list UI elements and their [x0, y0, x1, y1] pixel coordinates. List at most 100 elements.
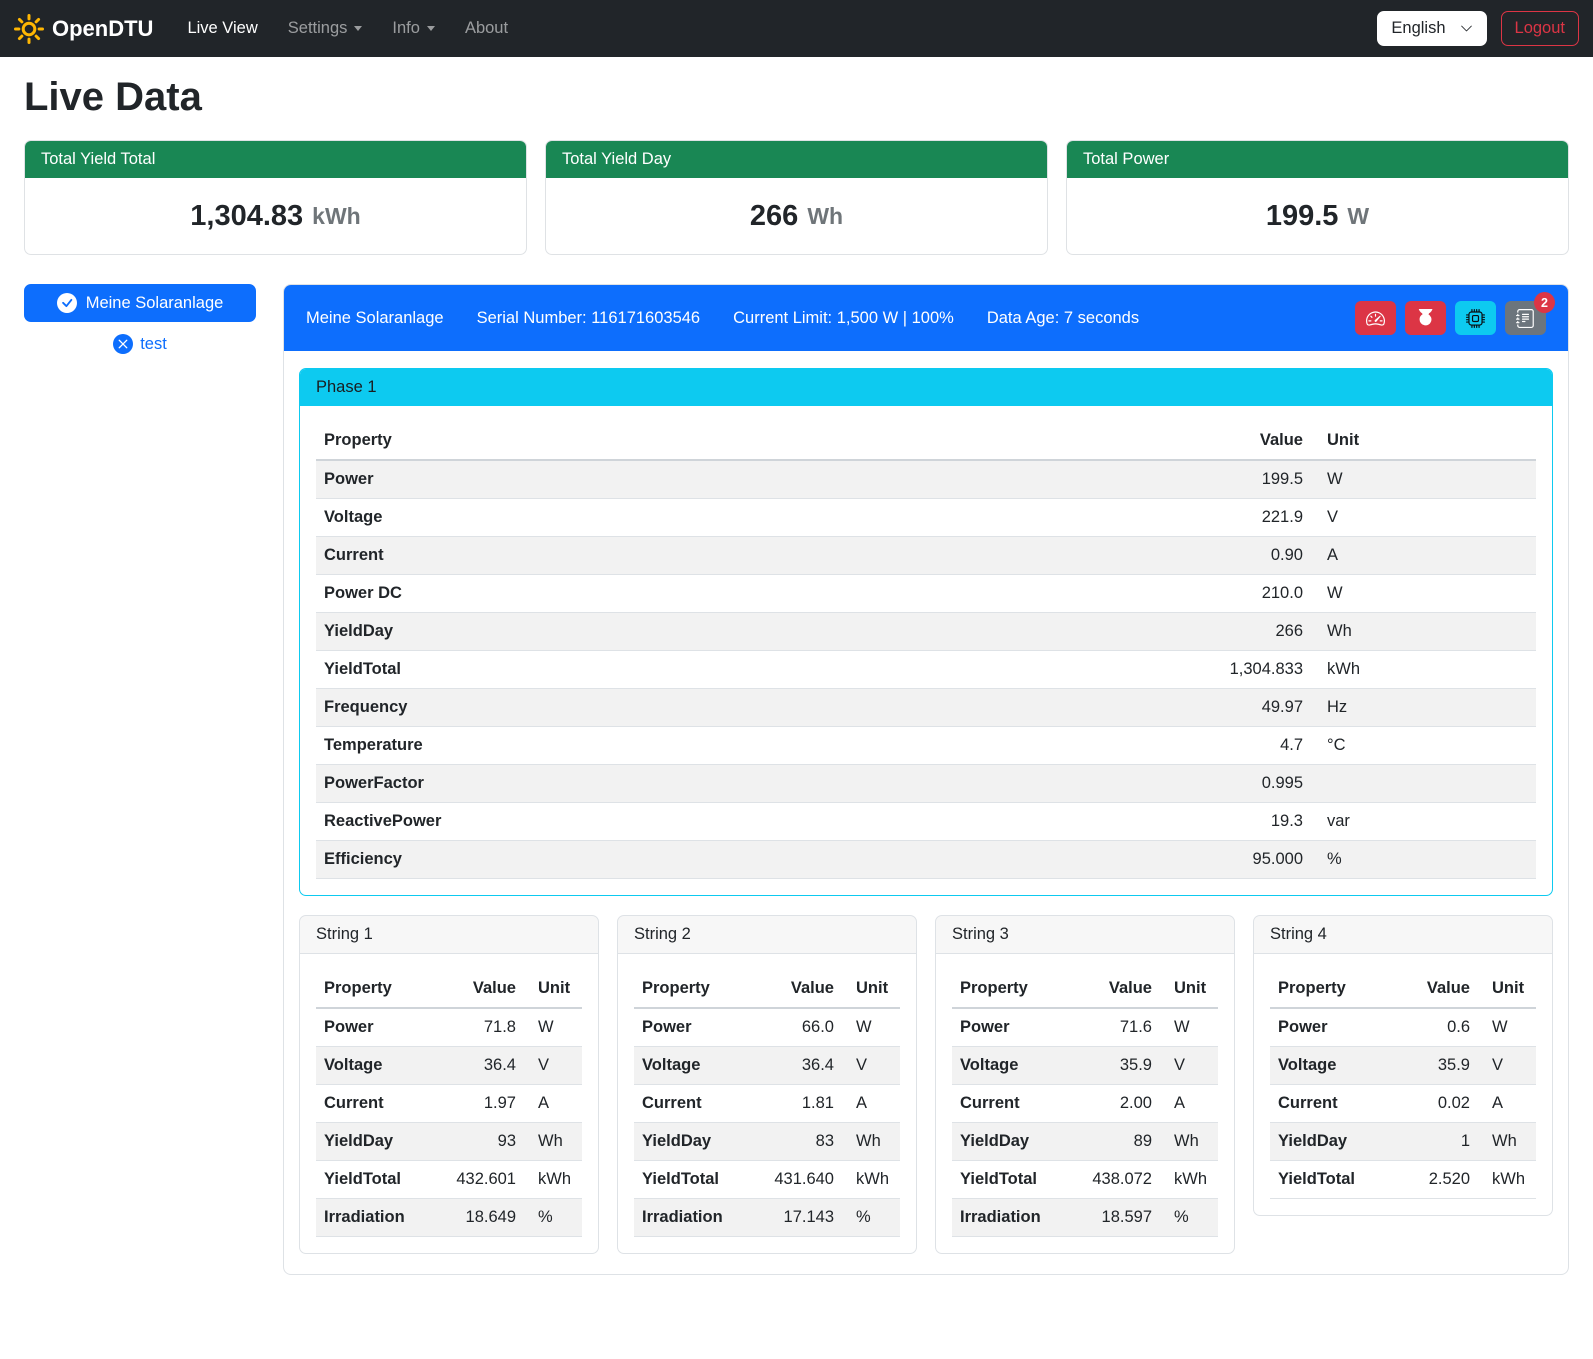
- summary-card-title: Total Power: [1067, 141, 1568, 178]
- table-row: Voltage221.9V: [316, 499, 1536, 537]
- table-header-row: PropertyValueUnit: [316, 422, 1536, 460]
- string-panel-string-1: String 1PropertyValueUnitPower71.8WVolta…: [299, 915, 599, 1254]
- table-row: YieldDay89Wh: [952, 1123, 1218, 1161]
- string-panel-body: PropertyValueUnitPower66.0WVoltage36.4VC…: [618, 954, 916, 1253]
- device-info-button[interactable]: [1455, 301, 1496, 335]
- value-cell: 83: [758, 1123, 842, 1161]
- string-table: PropertyValueUnitPower0.6WVoltage35.9VCu…: [1270, 970, 1536, 1199]
- unit-cell: var: [1311, 803, 1536, 841]
- property-cell: YieldTotal: [1270, 1161, 1394, 1199]
- string-panel-body: PropertyValueUnitPower0.6WVoltage35.9VCu…: [1254, 954, 1552, 1215]
- inverter-card-header: Meine Solaranlage Serial Number: 1161716…: [284, 285, 1568, 351]
- summary-card-value: 266: [750, 200, 798, 233]
- string-panel-title: String 3: [936, 916, 1234, 954]
- property-cell: YieldDay: [316, 1123, 440, 1161]
- limit-settings-button[interactable]: [1355, 301, 1396, 335]
- table-body: Power0.6WVoltage35.9VCurrent0.02AYieldDa…: [1270, 1008, 1536, 1199]
- summary-card-body: 199.5W: [1067, 178, 1568, 254]
- phase-panel-title: Phase 1: [300, 369, 1552, 406]
- string-panel-title: String 1: [300, 916, 598, 954]
- inverter-sidebar: Meine Solaranlage test: [24, 284, 256, 354]
- value-cell: 266: [1181, 613, 1311, 651]
- table-row: YieldDay1Wh: [1270, 1123, 1536, 1161]
- unit-cell: Wh: [1160, 1123, 1218, 1161]
- table-row: Frequency49.97Hz: [316, 689, 1536, 727]
- property-cell: Power: [952, 1008, 1076, 1047]
- table-header-row: PropertyValueUnit: [634, 970, 900, 1008]
- value-cell: 221.9: [1181, 499, 1311, 537]
- summary-cards-row: Total Yield Total1,304.83kWhTotal Yield …: [24, 140, 1569, 255]
- summary-card-body: 266Wh: [546, 178, 1047, 254]
- inverter-select-button[interactable]: Meine Solaranlage: [24, 284, 256, 322]
- property-cell: Power: [316, 460, 1181, 499]
- table-row: Current1.81A: [634, 1085, 900, 1123]
- summary-card-total-yield-total: Total Yield Total1,304.83kWh: [24, 140, 527, 255]
- page-title: Live Data: [24, 75, 1569, 120]
- logout-button[interactable]: Logout: [1501, 11, 1579, 46]
- string-panel-string-3: String 3PropertyValueUnitPower71.6WVolta…: [935, 915, 1235, 1254]
- property-cell: Frequency: [316, 689, 1181, 727]
- table-row: Current2.00A: [952, 1085, 1218, 1123]
- dropdown-caret-icon: [427, 26, 435, 31]
- value-cell: 1: [1394, 1123, 1478, 1161]
- string-panel-string-4: String 4PropertyValueUnitPower0.6WVoltag…: [1253, 915, 1553, 1216]
- nav-item-settings[interactable]: Settings: [276, 11, 375, 46]
- nav-item-info[interactable]: Info: [380, 11, 447, 46]
- summary-card-total-power: Total Power199.5W: [1066, 140, 1569, 255]
- table-header-row: PropertyValueUnit: [952, 970, 1218, 1008]
- table-row: Voltage36.4V: [634, 1047, 900, 1085]
- unit-cell: kWh: [1478, 1161, 1536, 1199]
- table-body: Power199.5WVoltage221.9VCurrent0.90APowe…: [316, 460, 1536, 879]
- column-header: Property: [1270, 970, 1394, 1008]
- language-select[interactable]: English: [1377, 11, 1486, 46]
- nav-item-label: Info: [392, 19, 420, 38]
- unit-cell: V: [524, 1047, 582, 1085]
- event-count-badge: 2: [1534, 292, 1555, 313]
- table-row: YieldTotal1,304.833kWh: [316, 651, 1536, 689]
- table-row: Current1.97A: [316, 1085, 582, 1123]
- table-head: PropertyValueUnit: [1270, 970, 1536, 1008]
- value-cell: 66.0: [758, 1008, 842, 1047]
- nav-item-about[interactable]: About: [453, 11, 520, 46]
- property-cell: Current: [316, 1085, 440, 1123]
- unit-cell: W: [1311, 460, 1536, 499]
- unit-cell: %: [524, 1199, 582, 1237]
- nav-item-live-view[interactable]: Live View: [175, 11, 269, 46]
- inverter-alt-label[interactable]: test: [140, 335, 167, 354]
- phase-panel: Phase 1 PropertyValueUnitPower199.5WVolt…: [299, 368, 1553, 896]
- table-head: PropertyValueUnit: [316, 422, 1536, 460]
- table-row: YieldTotal2.520kWh: [1270, 1161, 1536, 1199]
- property-cell: Voltage: [316, 1047, 440, 1085]
- unit-cell: W: [524, 1008, 582, 1047]
- language-select-value: English: [1391, 19, 1445, 38]
- value-cell: 1.97: [440, 1085, 524, 1123]
- string-panel-body: PropertyValueUnitPower71.8WVoltage36.4VC…: [300, 954, 598, 1253]
- column-header: Property: [316, 422, 1181, 460]
- unit-cell: V: [1478, 1047, 1536, 1085]
- property-cell: Power: [1270, 1008, 1394, 1047]
- property-cell: Current: [1270, 1085, 1394, 1123]
- brand[interactable]: OpenDTU: [14, 14, 153, 44]
- power-toggle-button[interactable]: [1405, 301, 1446, 335]
- unit-cell: %: [1311, 841, 1536, 879]
- chevron-down-icon: [1460, 22, 1473, 35]
- event-log-button[interactable]: 2: [1505, 301, 1546, 335]
- check-circle-icon: [57, 293, 77, 313]
- value-cell: 1,304.833: [1181, 651, 1311, 689]
- table-row: Voltage35.9V: [1270, 1047, 1536, 1085]
- nav-menu: Live View Settings Info About: [175, 11, 520, 46]
- string-panel-body: PropertyValueUnitPower71.6WVoltage35.9VC…: [936, 954, 1234, 1253]
- value-cell: 199.5: [1181, 460, 1311, 499]
- property-cell: Irradiation: [316, 1199, 440, 1237]
- inverter-header-texts: Meine Solaranlage Serial Number: 1161716…: [306, 309, 1139, 328]
- value-cell: 71.6: [1076, 1008, 1160, 1047]
- dropdown-caret-icon: [354, 26, 362, 31]
- unit-cell: Wh: [524, 1123, 582, 1161]
- unit-cell: W: [1160, 1008, 1218, 1047]
- inverter-card: Meine Solaranlage Serial Number: 1161716…: [283, 284, 1569, 1275]
- value-cell: 89: [1076, 1123, 1160, 1161]
- nav-item-label: Settings: [288, 19, 348, 38]
- x-circle-icon[interactable]: [113, 334, 133, 354]
- inverter-alt-item[interactable]: test: [24, 334, 256, 354]
- summary-card-value: 199.5: [1266, 200, 1339, 233]
